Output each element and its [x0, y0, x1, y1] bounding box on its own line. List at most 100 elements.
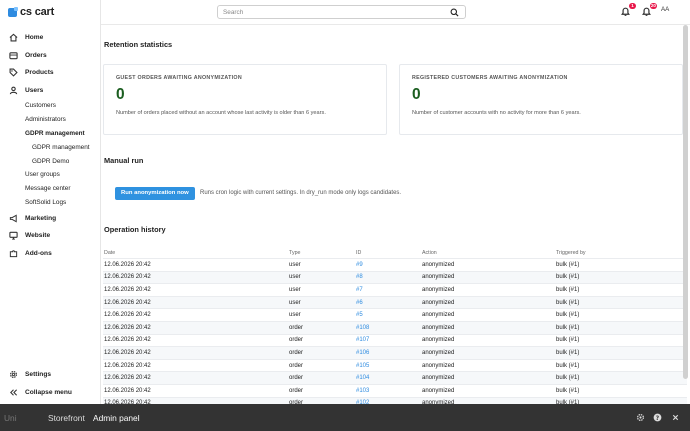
table-body: 12.06.2026 20:42 user #9 anonymized bulk (#1… [103, 259, 687, 404]
cell-id[interactable]: #5 [356, 312, 422, 318]
cell-id[interactable]: #107 [356, 337, 422, 343]
avatar[interactable]: AA [661, 6, 669, 13]
cell-type: order [289, 387, 304, 394]
cell-id[interactable]: #104 [356, 375, 422, 381]
cell-triggered-by: bulk (#1) [556, 375, 580, 382]
sidebar-sub-administrators[interactable]: Administrators [0, 113, 101, 127]
bell-icon [620, 7, 631, 19]
gear-icon[interactable] [636, 413, 645, 422]
close-icon[interactable] [671, 413, 680, 422]
storefront-link[interactable]: Storefront [48, 413, 85, 423]
sidebar-item-website[interactable]: Website [0, 227, 101, 245]
cell-id[interactable]: #103 [356, 388, 422, 394]
sidebar-item-settings[interactable]: Settings [0, 366, 101, 384]
sidebar-sub2-gdpr-management[interactable]: GDPR management [0, 140, 101, 154]
sidebar-item-home[interactable]: Home [0, 29, 101, 47]
cell-triggered-by: bulk (#1) [556, 349, 580, 356]
cell-type: order [289, 375, 304, 382]
logo-text: cs cart [20, 6, 55, 18]
monitor-icon [9, 231, 18, 240]
sidebar-sub2-gdpr-demo[interactable]: GDPR Demo [0, 154, 101, 168]
card-title: GUEST ORDERS AWAITING ANONYMIZATION [116, 75, 242, 81]
sidebar-item-label: Users [25, 86, 44, 94]
cell-type: order [289, 324, 304, 331]
cell-type: user [289, 286, 301, 293]
cell-triggered-by: bulk (#1) [556, 387, 580, 394]
sidebar-sub-user-groups[interactable]: User groups [0, 168, 101, 182]
notification-badge: 1 [629, 3, 636, 9]
sidebar-sub-gdpr-management[interactable]: GDPR management [0, 127, 101, 141]
help-icon[interactable]: ? [653, 413, 662, 422]
cell-id[interactable]: #6 [356, 300, 422, 306]
cell-type: order [289, 337, 304, 344]
search-icon[interactable] [450, 8, 459, 19]
tasks-button[interactable]: 20 [641, 3, 657, 19]
cell-triggered-by: bulk (#1) [556, 312, 580, 319]
manual-run-note: Runs cron logic with current settings. I… [200, 190, 402, 196]
bottom-panel-label: Uni [4, 413, 17, 423]
manual-run-heading: Manual run [104, 156, 144, 165]
sidebar-sub-softsolid-logs[interactable]: SoftSolid Logs [0, 196, 101, 210]
cell-id[interactable]: #106 [356, 350, 422, 356]
operation-history-heading: Operation history [104, 225, 166, 234]
users-icon [9, 86, 18, 95]
sidebar-item-products[interactable]: Products [0, 64, 101, 82]
cell-id[interactable]: #7 [356, 287, 422, 293]
table-row: 12.06.2026 20:42 order #105 anonymized bulk … [103, 360, 687, 373]
search-input[interactable]: Search [217, 5, 466, 19]
sidebar-item-label: Collapse menu [25, 388, 72, 396]
sidebar-item-label: Home [25, 34, 44, 42]
collapse-menu-button[interactable]: Collapse menu [0, 384, 101, 402]
bell-icon [641, 7, 652, 19]
table-row: 12.06.2026 20:42 order #108 anonymized bulk … [103, 321, 687, 335]
card-description: Number of customer accounts with no acti… [412, 110, 581, 116]
cell-triggered-by: bulk (#1) [556, 337, 580, 344]
card-value: 0 [412, 86, 421, 103]
cell-action: anonymized [422, 387, 455, 394]
sidebar-sub-customers[interactable]: Customers [0, 99, 101, 113]
cell-id[interactable]: #9 [356, 262, 422, 268]
col-date[interactable]: Date [103, 250, 289, 256]
cell-action: anonymized [422, 299, 455, 306]
sidebar-item-marketing[interactable]: Marketing [0, 209, 101, 227]
table-row: 12.06.2026 20:42 order #103 anonymized bulk … [103, 385, 687, 398]
cell-id[interactable]: #108 [356, 325, 422, 331]
cell-action: anonymized [422, 312, 455, 319]
sidebar-item-addons[interactable]: Add-ons [0, 244, 101, 262]
chevron-double-left-icon [9, 388, 18, 397]
cell-type: user [289, 274, 301, 281]
orders-icon [9, 51, 18, 60]
notifications-button[interactable]: 1 [620, 3, 636, 19]
cell-id[interactable]: #105 [356, 363, 422, 369]
cell-action: anonymized [422, 362, 455, 369]
sidebar-item-label: Products [25, 69, 54, 77]
top-bar: Search 1 20 AA [101, 0, 690, 25]
cell-triggered-by: bulk (#1) [556, 299, 580, 306]
col-id[interactable]: ID [356, 250, 422, 256]
cell-id[interactable]: #8 [356, 274, 422, 280]
cell-type: user [289, 299, 301, 306]
marketing-icon [9, 214, 18, 223]
col-action[interactable]: Action [422, 250, 556, 256]
col-triggered-by[interactable]: Triggered by [556, 250, 687, 256]
admin-panel-link[interactable]: Admin panel [93, 413, 140, 423]
sidebar-item-users[interactable]: Users [0, 82, 101, 100]
sidebar-sub-message-center[interactable]: Message center [0, 182, 101, 196]
sidebar-item-orders[interactable]: Orders [0, 47, 101, 65]
sidebar-bottom: Settings Collapse menu [0, 366, 101, 401]
main-content: Retention statistics GUEST ORDERS AWAITI… [101, 25, 690, 404]
logo[interactable]: cs cart [8, 5, 54, 19]
cell-action: anonymized [422, 286, 455, 293]
tag-icon [9, 68, 18, 77]
col-type[interactable]: Type [289, 250, 356, 256]
table-row: 12.06.2026 20:42 user #8 anonymized bulk (#1… [103, 271, 687, 285]
run-anonymization-button[interactable]: Run anonymization now [115, 187, 195, 200]
scrollbar[interactable] [683, 25, 688, 379]
registered-customers-card: REGISTERED CUSTOMERS AWAITING ANONYMIZAT… [399, 64, 683, 135]
cell-type: order [289, 362, 304, 369]
card-title: REGISTERED CUSTOMERS AWAITING ANONYMIZAT… [412, 75, 568, 81]
sidebar-nav: Home Orders Products Users Customers Adm… [0, 29, 101, 262]
table-row: 12.06.2026 20:42 user #6 anonymized bulk (#1… [103, 296, 687, 310]
cell-date: 12.06.2026 20:42 [104, 312, 151, 319]
cell-action: anonymized [422, 274, 455, 281]
